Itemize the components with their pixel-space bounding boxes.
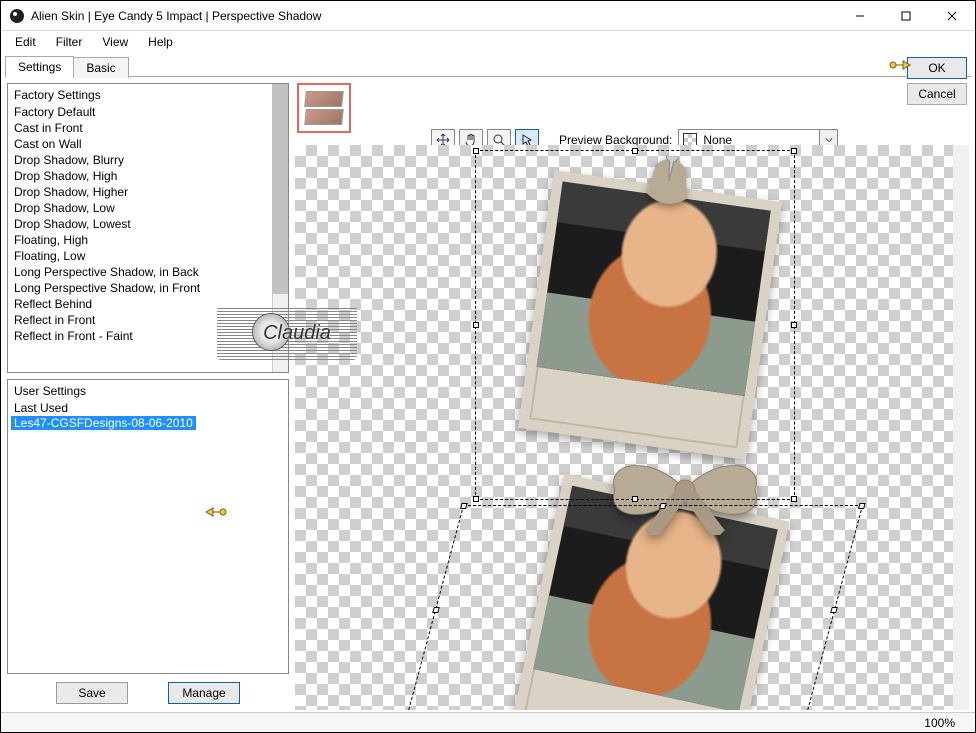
- resize-handle[interactable]: [632, 148, 638, 154]
- zoom-level: 100%: [924, 716, 955, 730]
- body: Factory Settings Factory Default Cast in…: [1, 77, 975, 712]
- tab-settings[interactable]: Settings: [5, 56, 74, 77]
- resize-handle[interactable]: [473, 322, 479, 328]
- settings-panel: Factory Settings Factory Default Cast in…: [7, 83, 289, 710]
- selection-box[interactable]: [475, 150, 795, 500]
- minimize-button[interactable]: [837, 1, 883, 30]
- list-item[interactable]: Last Used: [8, 400, 272, 416]
- manage-button[interactable]: Manage: [168, 682, 240, 704]
- preview-toolbar: Preview Background: None: [295, 83, 969, 137]
- preview-panel: Preview Background: None: [295, 83, 969, 710]
- window-title: Alien Skin | Eye Candy 5 Impact | Perspe…: [31, 9, 837, 23]
- resize-handle[interactable]: [791, 148, 797, 154]
- pointer-hand-icon: [889, 58, 911, 72]
- menu-filter[interactable]: Filter: [46, 33, 93, 51]
- watermark: Claudia: [217, 306, 357, 360]
- app-icon: [9, 8, 25, 24]
- save-button[interactable]: Save: [56, 682, 128, 704]
- resize-handle[interactable]: [432, 607, 440, 613]
- menu-help[interactable]: Help: [138, 33, 183, 51]
- preview-canvas[interactable]: [295, 145, 969, 710]
- titlebar: Alien Skin | Eye Candy 5 Impact | Perspe…: [1, 1, 975, 31]
- tab-basic[interactable]: Basic: [73, 57, 128, 78]
- list-item[interactable]: Floating, High: [8, 232, 272, 248]
- list-item[interactable]: Factory Default: [8, 104, 272, 120]
- list-item[interactable]: Long Perspective Shadow, in Front: [8, 280, 272, 296]
- list-item[interactable]: Cast on Wall: [8, 136, 272, 152]
- list-item-selected[interactable]: Les47-CGSFDesigns-08-06-2010: [11, 416, 196, 430]
- close-button[interactable]: [929, 1, 975, 30]
- user-settings-header: User Settings: [8, 382, 272, 400]
- resize-handle[interactable]: [473, 148, 479, 154]
- list-item[interactable]: Drop Shadow, Blurry: [8, 152, 272, 168]
- pointer-hand-icon: [205, 505, 227, 519]
- dialog-buttons: OK Cancel: [907, 57, 967, 105]
- navigator-thumbnail[interactable]: [297, 83, 351, 133]
- list-item[interactable]: Long Perspective Shadow, in Back: [8, 264, 272, 280]
- status-bar: 100%: [1, 712, 975, 732]
- window-buttons: [837, 1, 975, 30]
- ok-button[interactable]: OK: [907, 57, 967, 79]
- tab-row: Settings Basic: [1, 53, 975, 77]
- mini-frame-icon: [304, 109, 344, 125]
- menu-edit[interactable]: Edit: [5, 33, 46, 51]
- resize-handle[interactable]: [473, 496, 479, 502]
- menu-view[interactable]: View: [92, 33, 138, 51]
- menubar: Edit Filter View Help: [1, 31, 975, 53]
- cancel-button[interactable]: Cancel: [907, 83, 967, 105]
- resize-handle[interactable]: [460, 503, 468, 509]
- resize-handle[interactable]: [791, 496, 797, 502]
- selection-box[interactable]: [407, 505, 863, 710]
- maximize-button[interactable]: [883, 1, 929, 30]
- resize-handle[interactable]: [632, 496, 638, 502]
- scroll-thumb[interactable]: [272, 84, 288, 294]
- list-item[interactable]: Drop Shadow, High: [8, 168, 272, 184]
- factory-settings-header: Factory Settings: [8, 86, 272, 104]
- resize-handle[interactable]: [659, 503, 667, 509]
- list-item[interactable]: Drop Shadow, Higher: [8, 184, 272, 200]
- plugin-window: Alien Skin | Eye Candy 5 Impact | Perspe…: [0, 0, 976, 733]
- list-item[interactable]: Drop Shadow, Low: [8, 200, 272, 216]
- list-item[interactable]: Drop Shadow, Lowest: [8, 216, 272, 232]
- settings-buttons: Save Manage: [7, 680, 289, 710]
- list-item[interactable]: Cast in Front: [8, 120, 272, 136]
- user-settings-list[interactable]: User Settings Last Used Les47-CGSFDesign…: [7, 379, 289, 674]
- mini-frame-icon: [304, 91, 344, 107]
- watermark-text: Claudia: [263, 322, 331, 345]
- resize-handle[interactable]: [791, 322, 797, 328]
- list-item[interactable]: Floating, Low: [8, 248, 272, 264]
